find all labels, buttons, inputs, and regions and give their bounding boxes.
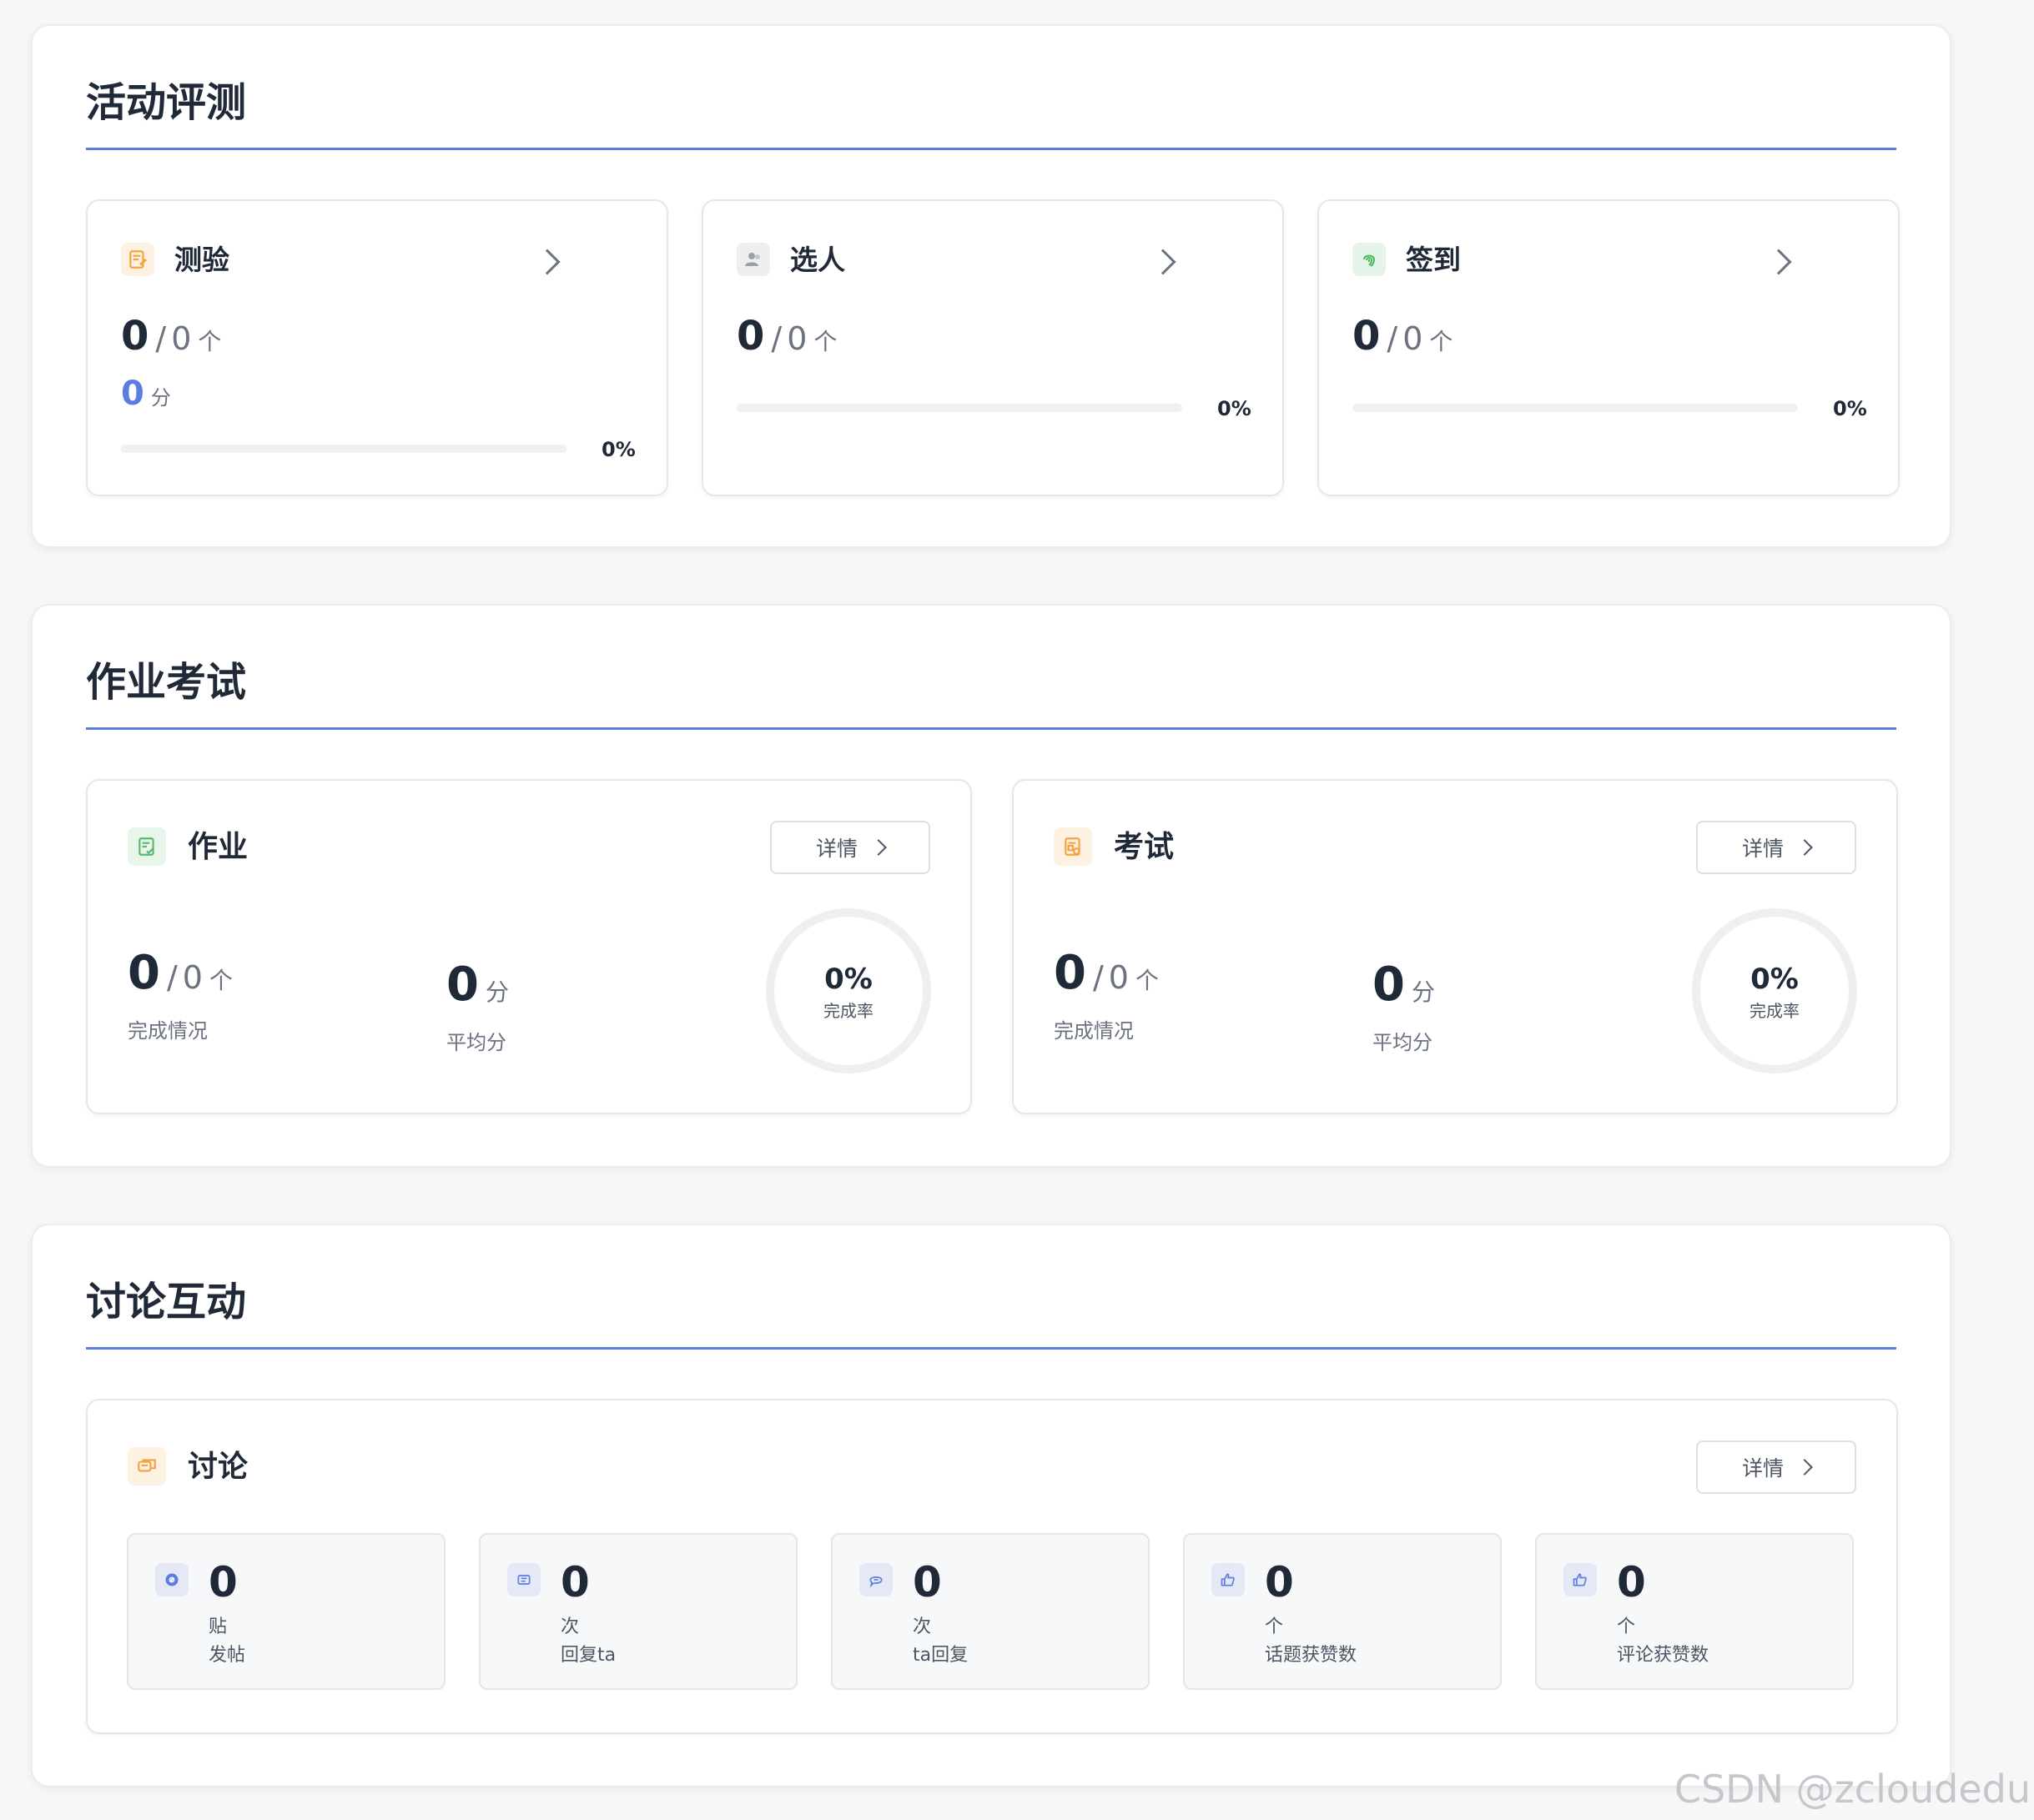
exam-average: 0 分 [1372,958,1435,1012]
homework-detail-button[interactable]: 详情 [770,821,930,874]
post-icon [155,1563,189,1596]
exam-icon [1054,827,1092,866]
exam-completion-ring: 0% 完成率 [1691,907,1858,1074]
section-divider [86,1347,1896,1350]
completion-caption: 完成情况 [128,1019,208,1043]
card-title: 签到 [1406,244,1461,276]
quiz-icon [121,243,154,276]
pick-person-progress-bar [737,404,1182,412]
completion-caption: 完成情况 [1054,1019,1134,1043]
exam-card: 考试 详情 0 / 0 个 完成情况 0 分 平均分 0% 完成率 [1012,779,1898,1114]
pick-person-count: 0 / 0 个 [737,313,838,359]
card-title: 考试 [1114,830,1175,864]
discussion-section: 讨论互动 讨论 详情 [31,1224,1951,1787]
stat-reply-from[interactable]: 0 次 ta回复 [831,1533,1150,1690]
check-in-card[interactable]: 签到 0 / 0 个 0% [1317,199,1900,496]
card-title: 作业 [188,830,249,864]
thumbs-up-icon [1563,1563,1597,1596]
section-title: 讨论互动 [86,1279,247,1325]
section-divider [86,727,1896,730]
homework-icon [128,827,166,866]
quiz-percent: 0% [602,438,636,461]
section-divider [86,148,1896,150]
chevron-right-icon[interactable] [1765,249,1792,275]
chevron-right-icon [1796,839,1813,856]
card-title: 讨论 [188,1450,249,1484]
reply-from-icon [859,1563,893,1596]
homework-completion-ring: 0% 完成率 [765,907,932,1074]
chevron-right-icon [1796,1459,1813,1476]
homework-card: 作业 详情 0 / 0 个 完成情况 0 分 平均分 0% 完成率 [86,779,972,1114]
quiz-score: 0 分 [121,375,171,413]
person-icon [737,243,770,276]
chevron-right-icon [870,839,887,856]
quiz-card[interactable]: 测验 0 / 0 个 0 分 0% [86,199,668,496]
check-in-progress-bar [1352,404,1798,412]
activity-section: 活动评测 测验 0 / 0 个 0 分 0% 选人 0 / 0 个 0% 签到 … [31,24,1951,548]
card-title: 选人 [790,244,845,276]
pick-person-percent: 0% [1217,397,1251,420]
homework-count: 0 / 0 个 [128,946,233,1000]
discussion-icon [128,1447,166,1486]
reply-to-icon [507,1563,541,1596]
watermark: CSDN @zcloudedu [1674,1767,2031,1812]
stat-topic-likes[interactable]: 0 个 话题获赞数 [1183,1533,1502,1690]
chevron-right-icon[interactable] [1150,249,1176,275]
stat-reply-to[interactable]: 0 次 回复ta [479,1533,798,1690]
chevron-right-icon[interactable] [534,249,561,275]
fingerprint-icon [1352,243,1386,276]
section-title: 活动评测 [86,79,247,126]
section-title: 作业考试 [86,659,247,706]
card-title: 测验 [174,244,229,276]
homework-exam-section: 作业考试 作业 详情 0 / 0 个 完成情况 0 分 平均分 0% 完成率 考… [31,604,1951,1168]
quiz-count: 0 / 0 个 [121,313,222,359]
check-in-count: 0 / 0 个 [1352,313,1453,359]
stat-posts[interactable]: 0 贴 发帖 [127,1533,446,1690]
exam-count: 0 / 0 个 [1054,946,1159,1000]
stat-comment-likes[interactable]: 0 个 评论获赞数 [1535,1533,1854,1690]
check-in-percent: 0% [1833,397,1867,420]
pick-person-card[interactable]: 选人 0 / 0 个 0% [702,199,1284,496]
average-caption: 平均分 [1372,1031,1432,1054]
thumbs-up-icon [1211,1563,1245,1596]
quiz-progress-bar [121,445,566,453]
homework-average: 0 分 [446,958,509,1012]
exam-detail-button[interactable]: 详情 [1696,821,1856,874]
discussion-detail-button[interactable]: 详情 [1696,1440,1856,1494]
average-caption: 平均分 [446,1031,506,1054]
